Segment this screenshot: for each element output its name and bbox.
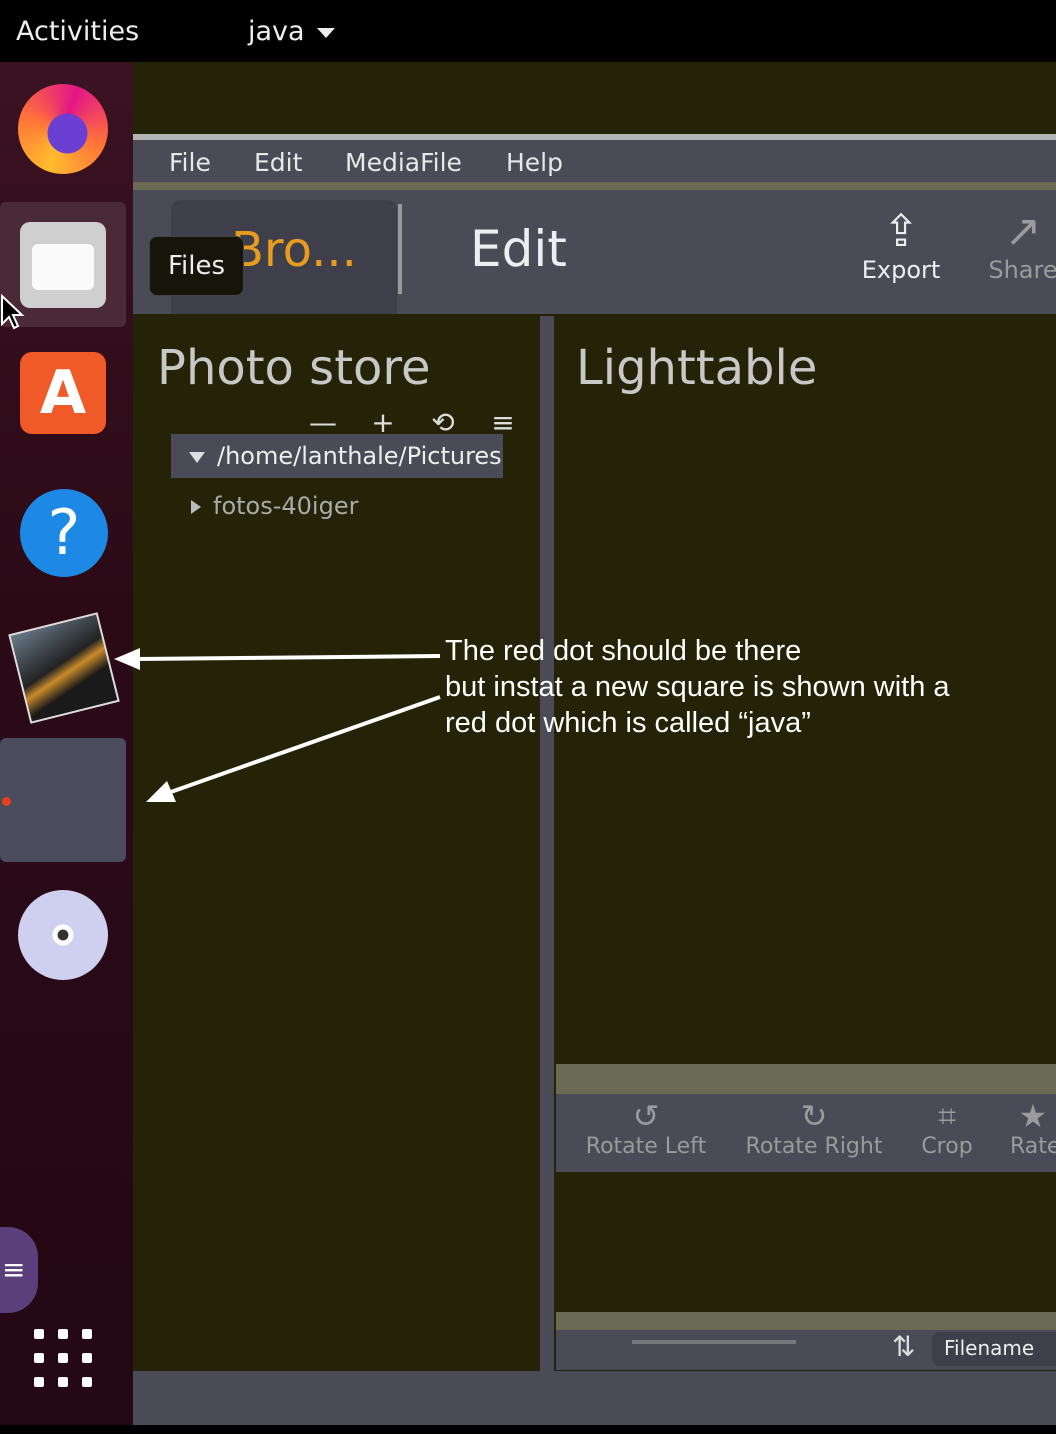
annotation-line-1: The red dot should be there [445,635,802,667]
arrow-head-lower [146,781,176,802]
annotation-text: The red dot should be there but instat a… [445,633,1005,741]
arrow-to-java-slot [167,695,441,795]
annotation-line-3: red dot which is called “java” [445,707,811,739]
arrow-head-upper [114,648,140,670]
arrow-to-photo-icon [135,654,441,661]
annotation-line-2: but instat a new square is shown with a [445,671,950,703]
